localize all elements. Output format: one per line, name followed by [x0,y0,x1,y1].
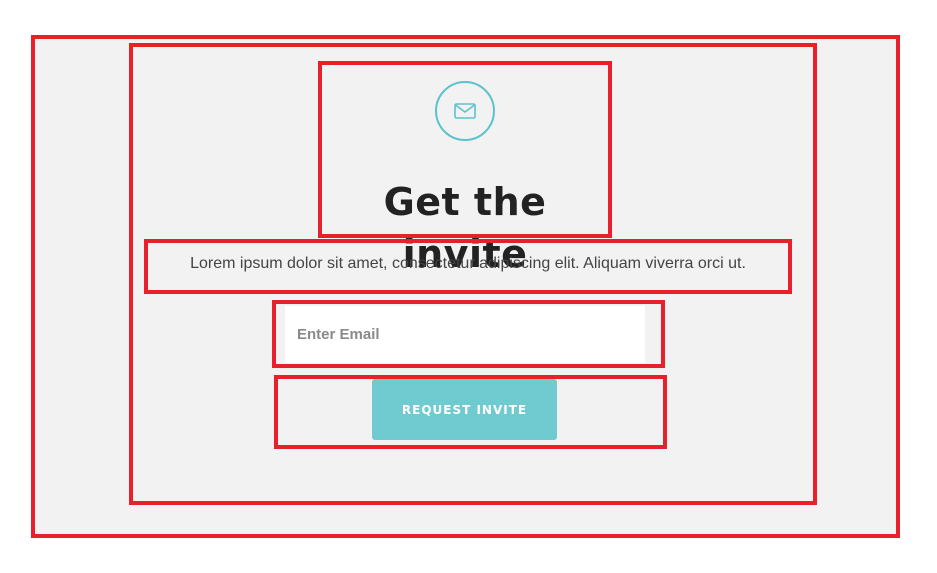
email-input[interactable] [285,306,645,363]
request-invite-button[interactable]: REQUEST INVITE [372,379,557,440]
description-text: Lorem ipsum dolor sit amet, consectetur … [190,255,746,272]
envelope-icon [454,103,476,119]
envelope-icon-circle [435,81,495,141]
